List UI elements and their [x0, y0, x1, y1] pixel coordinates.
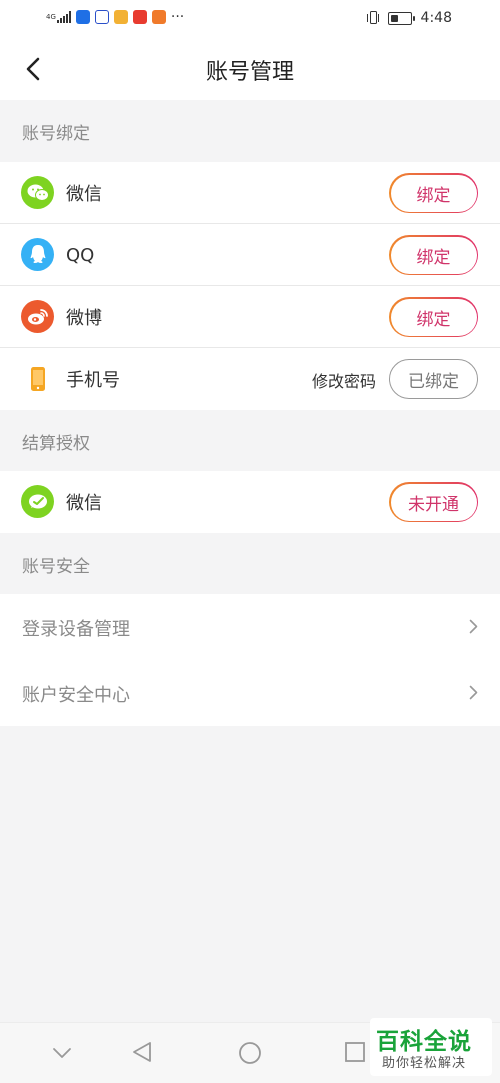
- status-bar: 4G ··· 4:48: [0, 0, 500, 38]
- bind-wechat-button[interactable]: 绑定: [389, 173, 478, 213]
- header-bar: 账号管理: [0, 38, 500, 100]
- watermark-subtitle: 助你轻松解决: [382, 1056, 467, 1071]
- app-notification-icon: [94, 10, 109, 24]
- binding-label-phone: 手机号: [66, 370, 120, 391]
- chevron-right-icon: [469, 685, 478, 700]
- wechat-icon: [21, 176, 54, 209]
- bind-weibo-button[interactable]: 绑定: [389, 297, 478, 337]
- hide-nav-chevron-icon[interactable]: [52, 1047, 72, 1059]
- section-header-settlement: 结算授权: [22, 433, 90, 454]
- nav-recents-icon[interactable]: [344, 1041, 366, 1063]
- app-notification-icon: [75, 10, 90, 24]
- binding-row-weibo: 微博 绑定: [0, 286, 500, 348]
- signal-bars-icon: [56, 11, 71, 23]
- security-item-label: 登录设备管理: [22, 619, 130, 640]
- security-item-device-management[interactable]: 登录设备管理: [0, 594, 500, 660]
- binding-label-qq: QQ: [66, 244, 95, 266]
- app-notification-icon: [113, 10, 128, 24]
- binding-row-qq: QQ 绑定: [0, 224, 500, 286]
- battery-icon: [387, 11, 415, 25]
- nav-home-icon[interactable]: [238, 1041, 262, 1065]
- change-password-link[interactable]: 修改密码: [312, 368, 376, 392]
- section-header-account-binding: 账号绑定: [22, 123, 90, 144]
- bind-button-label: 绑定: [390, 236, 477, 274]
- signal-indicator: 4G: [46, 11, 71, 23]
- qq-icon: [21, 238, 54, 271]
- nav-back-icon[interactable]: [132, 1041, 152, 1063]
- app-notification-icon: [151, 10, 166, 24]
- status-left: 4G ···: [46, 10, 184, 24]
- binding-label-wechat: 微信: [66, 184, 102, 205]
- signal-label: 4G: [46, 12, 56, 21]
- more-notifications-icon: ···: [170, 9, 185, 25]
- activate-button-label: 未开通: [390, 483, 477, 521]
- activate-wechat-settlement-button[interactable]: 未开通: [389, 482, 478, 522]
- phone-bound-button[interactable]: 已绑定: [389, 359, 478, 399]
- security-item-security-center[interactable]: 账户安全中心: [0, 660, 500, 726]
- watermark-title: 百科全说: [376, 1029, 472, 1055]
- app-notification-icon: [132, 10, 147, 24]
- binding-row-phone: 手机号 修改密码 已绑定: [0, 348, 500, 410]
- bind-button-label: 绑定: [390, 298, 477, 336]
- bind-button-label: 绑定: [390, 174, 477, 212]
- page-title: 账号管理: [205, 60, 294, 85]
- binding-label-weibo: 微博: [66, 308, 102, 329]
- section-header-security: 账号安全: [22, 556, 90, 577]
- settlement-label-wechat: 微信: [66, 493, 102, 514]
- bind-qq-button[interactable]: 绑定: [389, 235, 478, 275]
- binding-row-wechat: 微信 绑定: [0, 162, 500, 224]
- vibrate-icon: [366, 10, 379, 26]
- watermark-logo: 百科全说 助你轻松解决: [370, 1018, 492, 1076]
- chevron-right-icon: [469, 619, 478, 634]
- settlement-row-wechat: 微信 未开通: [0, 471, 500, 533]
- security-item-label: 账户安全中心: [22, 685, 130, 706]
- phone-icon: [21, 362, 54, 395]
- status-time: 4:48: [420, 10, 452, 26]
- wechat-pay-icon: [21, 485, 54, 518]
- status-right: 4:48: [366, 10, 452, 26]
- weibo-icon: [21, 300, 54, 333]
